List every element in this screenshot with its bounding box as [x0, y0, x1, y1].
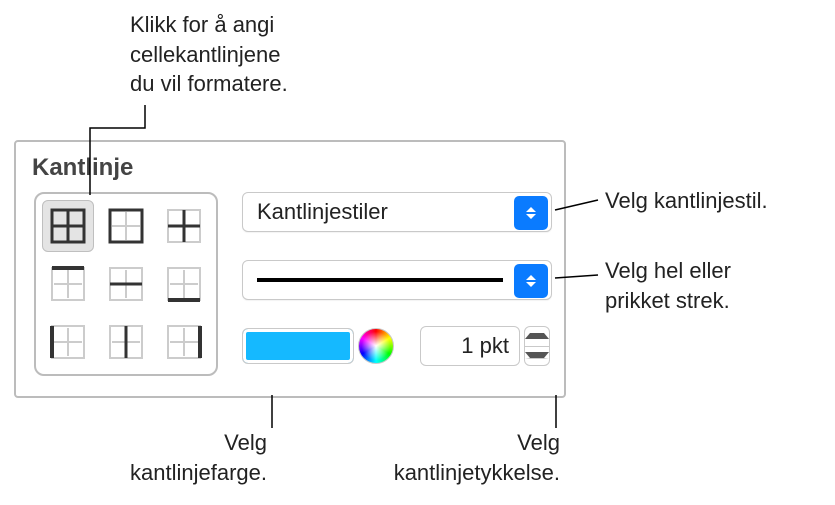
- chevron-up-icon: [525, 333, 549, 339]
- annotation-grid: Klikk for å angi cellekantlinjene du vil…: [130, 10, 288, 99]
- border-hcenter-button[interactable]: [100, 258, 152, 310]
- border-outer-button[interactable]: [100, 200, 152, 252]
- stroke-solid-icon: [257, 278, 503, 282]
- border-all-icon: [49, 207, 87, 245]
- thickness-stepper: [524, 326, 550, 366]
- annotation-color: Velg kantlinjefarge.: [107, 428, 267, 487]
- border-inner-button[interactable]: [158, 200, 210, 252]
- border-inner-icon: [165, 207, 203, 245]
- annotation-stroke: Velg hel eller prikket strek.: [605, 256, 731, 315]
- border-thickness-field[interactable]: 1 pkt: [420, 326, 520, 366]
- thickness-step-up[interactable]: [525, 327, 549, 347]
- border-bottom-button[interactable]: [158, 258, 210, 310]
- annotation-style: Velg kantlinjestil.: [605, 186, 768, 216]
- border-style-label: Kantlinjestiler: [257, 199, 388, 225]
- border-bottom-icon: [165, 265, 203, 303]
- border-hcenter-icon: [107, 265, 145, 303]
- border-all-button[interactable]: [42, 200, 94, 252]
- border-outer-icon: [107, 207, 145, 245]
- border-stroke-popup[interactable]: [242, 260, 552, 300]
- border-left-icon: [49, 323, 87, 361]
- disclosure-icon: [514, 196, 548, 230]
- border-thickness-value: 1 pkt: [461, 333, 509, 359]
- border-color-well[interactable]: [242, 328, 354, 364]
- border-vcenter-button[interactable]: [100, 316, 152, 368]
- border-right-button[interactable]: [158, 316, 210, 368]
- border-edge-grid: [34, 192, 218, 376]
- section-title: Kantlinje: [32, 154, 133, 182]
- chevron-down-icon: [525, 352, 549, 359]
- border-vcenter-icon: [107, 323, 145, 361]
- border-left-button[interactable]: [42, 316, 94, 368]
- border-style-popup[interactable]: Kantlinjestiler: [242, 192, 552, 232]
- border-top-icon: [49, 265, 87, 303]
- annotation-thickness: Velg kantlinjetykkelse.: [360, 428, 560, 487]
- thickness-step-down[interactable]: [525, 347, 549, 366]
- disclosure-icon: [514, 264, 548, 298]
- border-right-icon: [165, 323, 203, 361]
- border-top-button[interactable]: [42, 258, 94, 310]
- border-panel: Kantlinje: [14, 140, 566, 398]
- color-picker-icon[interactable]: [358, 328, 394, 364]
